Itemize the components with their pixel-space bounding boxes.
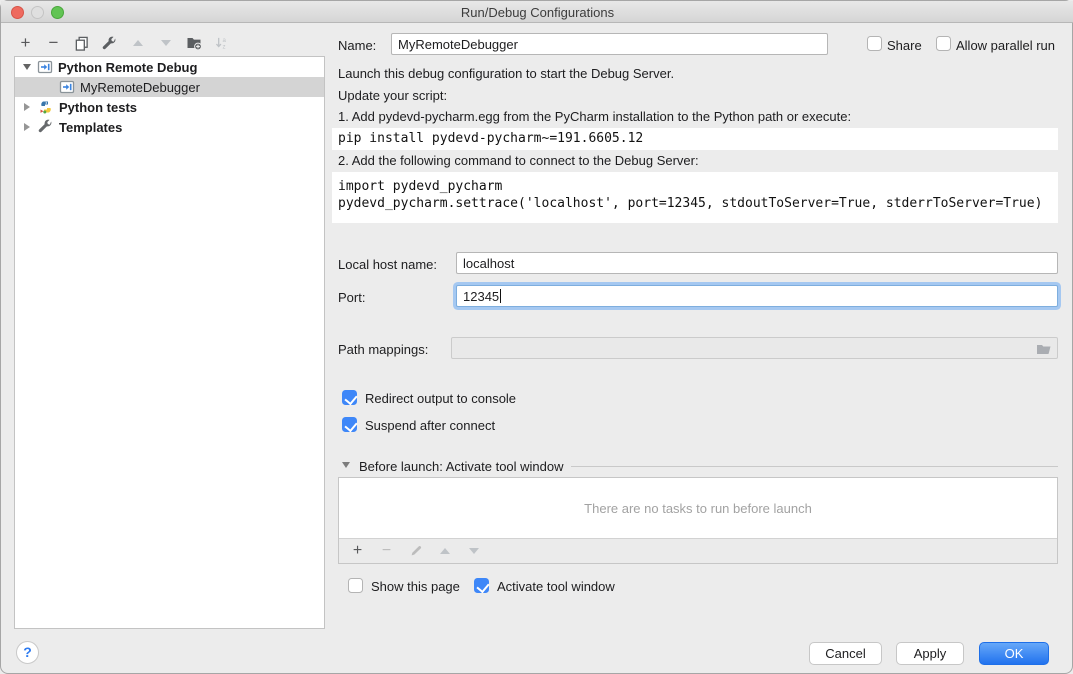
before-launch-collapse-icon[interactable]	[342, 462, 350, 468]
redirect-output-label: Redirect output to console	[365, 391, 516, 406]
activate-tool-window-checkbox[interactable]	[474, 578, 489, 593]
edit-templates-icon[interactable]	[101, 34, 118, 52]
update-script-text: Update your script:	[338, 88, 447, 103]
add-task-icon[interactable]: +	[349, 542, 366, 560]
configurations-tree: Python Remote Debug MyRemoteDebugger Pyt…	[14, 56, 325, 629]
show-this-page-label: Show this page	[371, 579, 460, 594]
remove-configuration-icon[interactable]: −	[45, 34, 62, 52]
new-folder-icon[interactable]	[185, 34, 202, 52]
tree-item-label: Python tests	[59, 100, 137, 115]
move-task-up-icon	[436, 542, 453, 560]
edit-task-icon	[407, 542, 424, 560]
no-tasks-message: There are no tasks to run before launch	[339, 478, 1057, 538]
intro-text: Launch this debug configuration to start…	[338, 66, 674, 81]
sort-alphabetically-icon: az	[213, 34, 230, 52]
redirect-output-checkbox[interactable]	[342, 390, 357, 405]
run-config-icon	[37, 59, 53, 75]
show-this-page-checkbox[interactable]	[348, 578, 363, 593]
tree-item-label: MyRemoteDebugger	[80, 80, 200, 95]
ok-button[interactable]: OK	[979, 642, 1049, 665]
settrace-code-line1: import pydevd_pycharm	[338, 178, 1058, 195]
port-input[interactable]: 12345	[456, 285, 1058, 307]
run-config-icon	[59, 79, 75, 95]
remove-task-icon: −	[378, 542, 395, 560]
cancel-button[interactable]: Cancel	[809, 642, 882, 665]
step2-text: 2. Add the following command to connect …	[338, 153, 699, 168]
path-mappings-input[interactable]	[451, 337, 1058, 359]
tree-item-python-tests[interactable]: Python tests	[15, 97, 324, 117]
step1-text: 1. Add pydevd-pycharm.egg from the PyCha…	[338, 109, 851, 124]
help-button[interactable]: ?	[16, 641, 39, 664]
share-checkbox[interactable]	[867, 36, 882, 51]
expand-arrow-icon[interactable]	[24, 103, 30, 111]
port-label: Port:	[338, 290, 365, 305]
tree-item-label: Templates	[59, 120, 122, 135]
move-task-down-icon	[465, 542, 482, 560]
settrace-code-line2: pydevd_pycharm.settrace('localhost', por…	[338, 195, 1058, 212]
python-tests-icon	[38, 99, 54, 115]
title-bar: Run/Debug Configurations	[1, 1, 1073, 23]
apply-button[interactable]: Apply	[896, 642, 964, 665]
allow-parallel-run-label: Allow parallel run	[956, 38, 1055, 53]
pip-install-code: pip install pydevd-pycharm~=191.6605.12	[332, 128, 1058, 150]
port-value: 12345	[463, 289, 499, 304]
share-label: Share	[887, 38, 922, 53]
text-cursor	[500, 289, 501, 303]
tree-item-python-remote-debug[interactable]: Python Remote Debug	[15, 57, 324, 77]
copy-configuration-icon[interactable]	[73, 34, 90, 52]
move-up-icon	[129, 34, 146, 52]
name-input[interactable]: MyRemoteDebugger	[391, 33, 828, 55]
name-value: MyRemoteDebugger	[398, 37, 518, 52]
allow-parallel-run-checkbox[interactable]	[936, 36, 951, 51]
local-host-name-label: Local host name:	[338, 257, 437, 272]
path-mappings-label: Path mappings:	[338, 342, 428, 357]
activate-tool-window-label: Activate tool window	[497, 579, 615, 594]
suspend-after-connect-label: Suspend after connect	[365, 418, 495, 433]
before-launch-header: Before launch: Activate tool window	[359, 459, 564, 474]
configurations-toolbar: + − az	[17, 33, 230, 53]
local-host-name-input[interactable]: localhost	[456, 252, 1058, 274]
svg-text:z: z	[222, 43, 225, 50]
add-configuration-icon[interactable]: +	[17, 34, 34, 52]
run-debug-configurations-dialog: { "window": { "title": "Run/Debug Config…	[0, 0, 1073, 674]
suspend-after-connect-checkbox[interactable]	[342, 417, 357, 432]
collapse-arrow-icon[interactable]	[23, 64, 31, 70]
browse-folder-icon[interactable]	[1036, 341, 1052, 359]
window-title: Run/Debug Configurations	[1, 5, 1073, 20]
before-launch-toolbar: + −	[339, 538, 1057, 563]
tree-item-templates[interactable]: Templates	[15, 117, 324, 137]
expand-arrow-icon[interactable]	[24, 123, 30, 131]
tree-item-label: Python Remote Debug	[58, 60, 197, 75]
before-launch-task-list: There are no tasks to run before launch …	[338, 477, 1058, 564]
tree-item-myremotedebugger[interactable]: MyRemoteDebugger	[15, 77, 324, 97]
wrench-icon	[38, 119, 54, 135]
settrace-code: import pydevd_pycharm pydevd_pycharm.set…	[332, 172, 1058, 223]
before-launch-separator	[571, 466, 1058, 467]
move-down-icon	[157, 34, 174, 52]
name-label: Name:	[338, 38, 376, 53]
local-host-name-value: localhost	[463, 256, 514, 271]
